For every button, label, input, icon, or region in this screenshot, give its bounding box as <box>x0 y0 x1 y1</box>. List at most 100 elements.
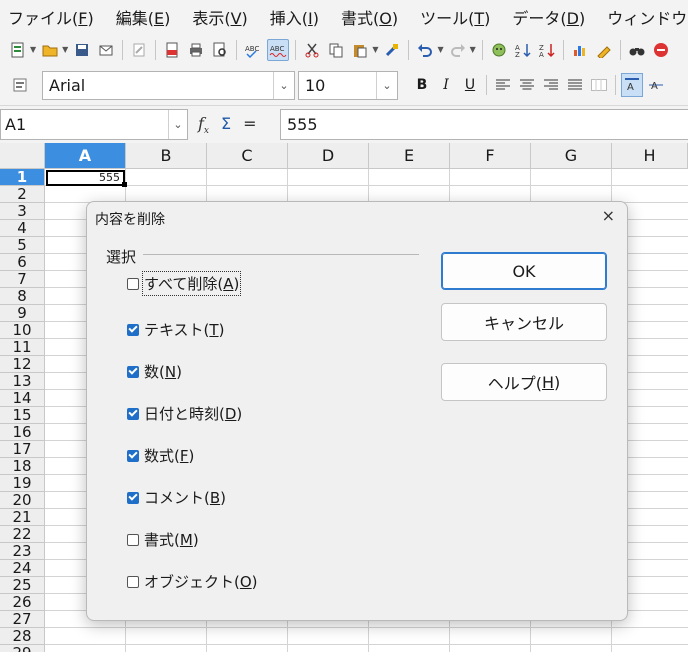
chevron-down-icon[interactable]: ⌄ <box>168 110 187 139</box>
column-header-f[interactable]: F <box>450 143 531 169</box>
stop-icon[interactable] <box>651 40 671 60</box>
checkbox-comments[interactable] <box>127 491 139 504</box>
checkbox-formulas[interactable] <box>127 449 139 462</box>
align-right-icon[interactable] <box>540 73 562 97</box>
cancel-button[interactable]: キャンセル <box>441 303 607 341</box>
row-header[interactable]: 4 <box>0 220 45 237</box>
align-top-icon[interactable]: A <box>621 73 643 97</box>
menu-edit[interactable]: 編集(E) <box>108 5 171 29</box>
option-delete-all[interactable]: すべて削除(A) <box>127 271 242 296</box>
option-date-time[interactable]: 日付と時刻(D) <box>127 403 242 424</box>
row-header[interactable]: 15 <box>0 407 45 424</box>
row-header[interactable]: 6 <box>0 254 45 271</box>
close-icon[interactable]: × <box>602 206 615 225</box>
insert-chart-icon[interactable] <box>570 40 590 60</box>
open-folder-icon[interactable] <box>40 40 60 60</box>
row-header[interactable]: 9 <box>0 305 45 322</box>
option-formulas[interactable]: 数式(F) <box>127 445 194 466</box>
justify-icon[interactable] <box>564 73 586 97</box>
name-box[interactable]: A1 ⌄ <box>0 109 188 140</box>
redo-icon[interactable] <box>448 40 468 60</box>
draw-functions-icon[interactable] <box>594 40 614 60</box>
formula-input[interactable]: 555 <box>280 109 688 140</box>
spellcheck-icon[interactable]: ABC <box>243 40 263 60</box>
paste-icon[interactable] <box>350 40 370 60</box>
row-header[interactable]: 25 <box>0 577 45 594</box>
print-icon[interactable] <box>186 40 206 60</box>
align-left-icon[interactable] <box>492 73 514 97</box>
auto-spellcheck-icon[interactable]: ABC <box>267 38 290 61</box>
column-header-a[interactable]: A <box>45 143 126 169</box>
row-header[interactable]: 1 <box>0 169 45 186</box>
checkbox-delete-all[interactable] <box>127 277 139 290</box>
menu-tools[interactable]: ツール(T) <box>412 5 490 29</box>
checkbox-objects[interactable] <box>127 575 139 588</box>
row-header[interactable]: 19 <box>0 475 45 492</box>
menu-window[interactable]: ウィンドウ <box>599 5 687 29</box>
font-name-combo[interactable]: Arial ⌄ <box>42 70 295 100</box>
print-preview-icon[interactable] <box>210 40 230 60</box>
chevron-down-icon[interactable]: ⌄ <box>376 71 397 99</box>
option-text[interactable]: テキスト(T) <box>127 319 224 340</box>
checkbox-numbers[interactable] <box>127 365 139 378</box>
fill-handle[interactable] <box>122 182 127 187</box>
option-comments[interactable]: コメント(B) <box>127 487 226 508</box>
option-formats[interactable]: 書式(M) <box>127 529 199 550</box>
menu-file[interactable]: ファイル(F) <box>0 5 94 29</box>
row-header[interactable]: 8 <box>0 288 45 305</box>
column-header-e[interactable]: E <box>369 143 450 169</box>
align-center-icon[interactable] <box>516 73 538 97</box>
row-header[interactable]: 20 <box>0 492 45 509</box>
row-header[interactable]: 26 <box>0 594 45 611</box>
row-header[interactable]: 14 <box>0 390 45 407</box>
merge-cells-icon[interactable] <box>588 73 610 97</box>
row-header[interactable]: 24 <box>0 560 45 577</box>
menu-format[interactable]: 書式(O) <box>333 5 398 29</box>
row-header[interactable]: 22 <box>0 526 45 543</box>
sum-icon[interactable]: Σ <box>221 114 231 136</box>
row-header[interactable]: 16 <box>0 424 45 441</box>
column-header-h[interactable]: H <box>612 143 688 169</box>
cut-icon[interactable] <box>302 40 322 60</box>
column-header-d[interactable]: D <box>288 143 369 169</box>
column-header-c[interactable]: C <box>207 143 288 169</box>
underline-button[interactable]: U <box>459 73 481 97</box>
menu-data[interactable]: データ(D) <box>504 5 585 29</box>
row-header[interactable]: 29 <box>0 645 45 652</box>
bold-button[interactable]: B <box>411 73 433 97</box>
row-header[interactable]: 2 <box>0 186 45 203</box>
row-header[interactable]: 21 <box>0 509 45 526</box>
menu-view[interactable]: 表示(V) <box>184 5 247 29</box>
row-header[interactable]: 5 <box>0 237 45 254</box>
option-numbers[interactable]: 数(N) <box>127 361 182 382</box>
sort-descending-icon[interactable]: ZA <box>537 40 557 60</box>
function-wizard-icon[interactable]: fx <box>198 114 209 136</box>
open-dropdown-icon[interactable]: ▼ <box>62 45 68 54</box>
save-icon[interactable] <box>72 40 92 60</box>
undo-dropdown-icon[interactable]: ▼ <box>437 45 443 54</box>
new-dropdown-icon[interactable]: ▼ <box>30 45 36 54</box>
clone-formatting-icon[interactable] <box>382 40 402 60</box>
row-header[interactable]: 10 <box>0 322 45 339</box>
ok-button[interactable]: OK <box>441 252 607 290</box>
help-button[interactable]: ヘルプ(H) <box>441 363 607 401</box>
column-header-b[interactable]: B <box>126 143 207 169</box>
navigator-icon[interactable] <box>627 40 647 60</box>
row-header[interactable]: 12 <box>0 356 45 373</box>
find-replace-icon[interactable] <box>489 40 509 60</box>
row-header[interactable]: 17 <box>0 441 45 458</box>
row-header[interactable]: 27 <box>0 611 45 628</box>
sort-ascending-icon[interactable]: AZ <box>513 40 533 60</box>
checkbox-formats[interactable] <box>127 533 139 546</box>
paste-dropdown-icon[interactable]: ▼ <box>372 45 378 54</box>
row-header[interactable]: 18 <box>0 458 45 475</box>
redo-dropdown-icon[interactable]: ▼ <box>470 45 476 54</box>
cell-a1[interactable]: 555 <box>46 170 125 186</box>
option-objects[interactable]: オブジェクト(O) <box>127 571 258 592</box>
italic-button[interactable]: I <box>435 73 457 97</box>
row-header[interactable]: 7 <box>0 271 45 288</box>
row-header[interactable]: 13 <box>0 373 45 390</box>
checkbox-date-time[interactable] <box>127 407 139 420</box>
email-icon[interactable] <box>96 40 116 60</box>
align-middle-icon[interactable]: A <box>645 73 667 97</box>
